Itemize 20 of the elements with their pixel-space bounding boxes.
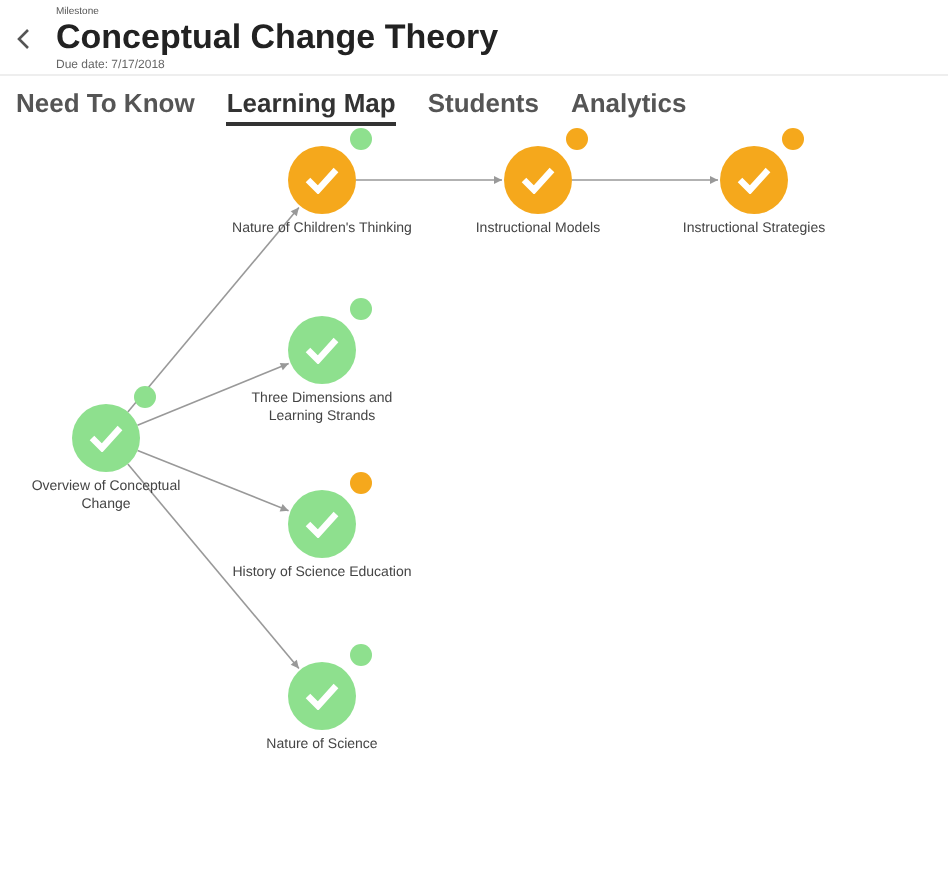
- tab[interactable]: Learning Map: [226, 88, 396, 126]
- check-icon: [304, 682, 340, 710]
- tab[interactable]: Analytics: [570, 88, 687, 126]
- tab[interactable]: Need To Know: [16, 88, 195, 126]
- milestone-node[interactable]: [720, 146, 788, 214]
- check-icon: [304, 510, 340, 538]
- check-icon: [520, 166, 556, 194]
- milestone-node[interactable]: [288, 146, 356, 214]
- check-icon: [88, 424, 124, 452]
- milestone-node[interactable]: [504, 146, 572, 214]
- check-icon: [736, 166, 772, 194]
- check-icon: [304, 166, 340, 194]
- back-icon[interactable]: [16, 28, 30, 50]
- milestone-node[interactable]: [288, 490, 356, 558]
- milestone-node[interactable]: [288, 662, 356, 730]
- check-icon: [304, 336, 340, 364]
- page-title: Conceptual Change Theory: [56, 17, 499, 57]
- milestone-node[interactable]: [288, 316, 356, 384]
- milestone-node[interactable]: [72, 404, 140, 472]
- tab[interactable]: Students: [427, 88, 539, 126]
